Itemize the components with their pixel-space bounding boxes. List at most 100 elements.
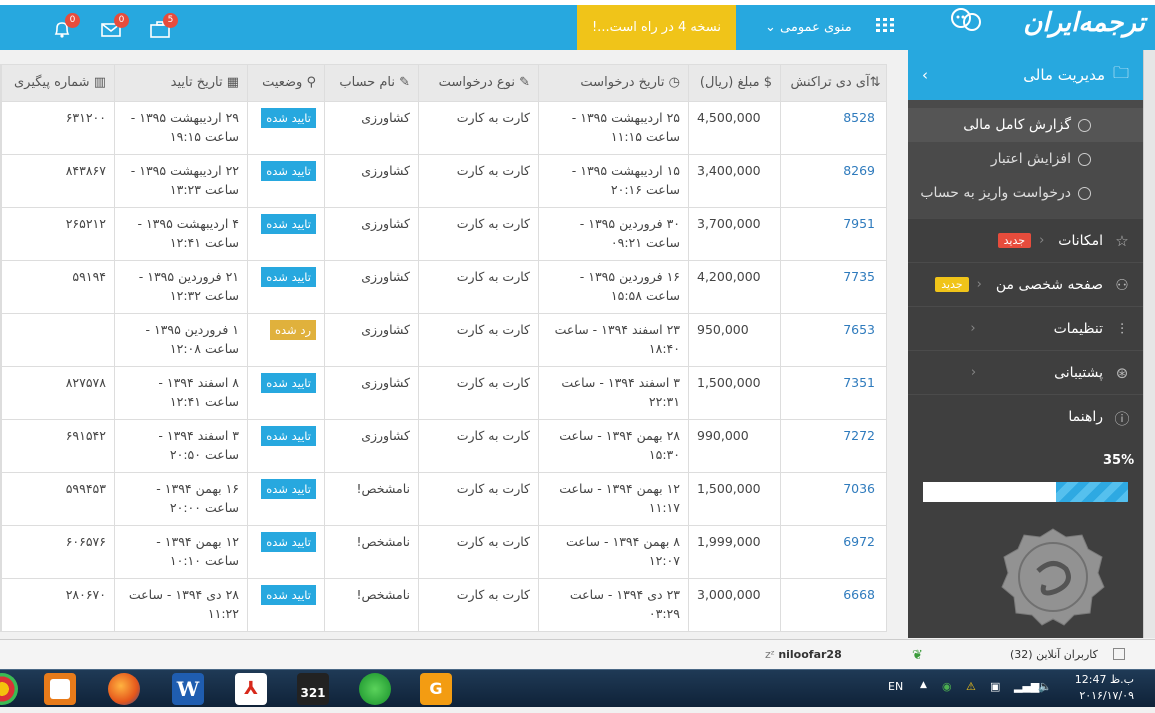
cell-request-date-text: ۱۲ بهمن ۱۳۹۴ - ساعت ۱۱:۱۷ [559, 480, 680, 515]
col-header-confirm-date[interactable]: ▦ تاریخ تایید [114, 65, 248, 101]
table-row[interactable]: 7351 1,500,000 ۳ اسفند ۱۳۹۴ - ساعت ۲۲:۳۱ کا… [1, 365, 886, 419]
sidebar-item-my-page[interactable]: ⚇ صفحه شخصی من ‹ جدید [908, 262, 1143, 306]
status-badge: تایید شده [261, 160, 316, 181]
cell-transaction-id[interactable]: 7951 [780, 206, 886, 260]
header-label: وضعیت [262, 75, 303, 91]
table-row[interactable]: 8269 3,400,000 ۱۵ اردیبهشت ۱۳۹۵ - ساعت ۲۰:… [1, 153, 886, 207]
table-row[interactable]: 7272 990,000 ۲۸ بهمن ۱۳۹۴ - ساعت ۱۵:۳۰ کارت… [1, 418, 886, 472]
progress-bar [923, 482, 1128, 502]
usb-icon[interactable]: ▣ [990, 680, 1000, 693]
sidebar-item-support[interactable]: ⊛ پشتیبانی ‹ [908, 350, 1143, 394]
sidebar-item-features[interactable]: ☆ امکانات ‹ جدید [908, 218, 1143, 262]
sliders-icon: ⫶ [1120, 319, 1124, 338]
cell-transaction-id-text: 6668 [843, 586, 875, 602]
cell-account-name: کشاورزی [324, 259, 419, 313]
cell-transaction-id[interactable]: 7735 [780, 259, 886, 313]
cell-confirm-date: ۲۹ اردیبهشت ۱۳۹۵ - ساعت ۱۹:۱۵ [114, 100, 248, 154]
cell-request-type: کارت به کارت [418, 365, 539, 419]
new-badge: جدید [935, 277, 969, 292]
sidebar-item-label: صفحه شخصی من [995, 276, 1103, 293]
sidebar-item-settings[interactable]: ⫶ تنظیمات ‹ [908, 306, 1143, 350]
cell-transaction-id[interactable]: 6668 [780, 577, 886, 631]
tray-network-globe-icon[interactable]: ◉ [942, 680, 952, 693]
cell-transaction-id-text: 8528 [843, 109, 875, 125]
notifications-button[interactable]: 0 [52, 13, 80, 38]
col-header-request-type[interactable]: ✎ نوع درخواست [418, 65, 539, 101]
chevron-left-icon: ‹ [970, 365, 977, 380]
cell-transaction-id[interactable]: 7036 [780, 471, 886, 525]
messages-button[interactable]: 0 [101, 13, 129, 38]
logo-text: ترجمه‌ایران [1023, 8, 1146, 38]
col-header-request-date[interactable]: ◷ تاریخ درخواست [538, 65, 689, 101]
cell-request-date-text: ۱۵ اردیبهشت ۱۳۹۵ - ساعت ۲۰:۱۶ [571, 162, 680, 197]
table-row[interactable]: 7735 4,200,000 ۱۶ فروردین ۱۳۹۵ - ساعت ۱۵:۵… [1, 259, 886, 313]
word-icon[interactable]: W [172, 673, 204, 705]
header-label: مبلغ (ریال) [699, 75, 760, 91]
media-player-icon[interactable] [44, 673, 76, 705]
star-icon: ☆ [1115, 231, 1129, 250]
media-player-classic-icon[interactable]: 321 [297, 673, 329, 705]
collapse-icon[interactable] [1113, 648, 1125, 660]
sidebar-item-label: تنظیمات [1053, 320, 1103, 337]
col-header-amount[interactable]: $ مبلغ (ریال) [688, 65, 781, 101]
cell-confirm-date: ۲۱ فروردین ۱۳۹۵ - ساعت ۱۲:۳۲ [114, 259, 248, 313]
cell-amount-text: 4,200,000 [697, 268, 761, 284]
col-header-status[interactable]: ⚲ وضعیت [247, 65, 325, 101]
sidebar-item-full-report[interactable]: گزارش کامل مالی [908, 108, 1143, 142]
site-seal-logo[interactable] [1000, 527, 1106, 627]
language-indicator[interactable]: EN [888, 680, 903, 693]
table-row[interactable]: 7951 3,700,000 ۳۰ فروردین ۱۳۹۵ - ساعت ۰۹:۲… [1, 206, 886, 260]
col-header-id[interactable]: ⇅آی دی تراکنش [780, 65, 886, 101]
chevron-down-icon: ⌄ [765, 20, 776, 35]
table-row[interactable]: 7653 950,000 ۲۳ اسفند ۱۳۹۴ - ساعت ۱۸:۴۰ کار… [1, 312, 886, 366]
cell-tracking-number: ۵۹۹۴۵۳ [1, 471, 115, 525]
cell-request-date-text: ۳ اسفند ۱۳۹۴ - ساعت ۲۲:۳۱ [561, 374, 680, 409]
warning-icon[interactable]: ⚠ [966, 680, 976, 693]
signal-icon[interactable]: ▂▄▆ [1014, 680, 1039, 693]
tasks-button[interactable]: 5 [150, 13, 178, 38]
tray-up-arrow-icon[interactable]: ▲ [920, 680, 927, 690]
online-users[interactable]: کاربران آنلاین (32) [1010, 648, 1098, 661]
firefox-icon[interactable] [108, 673, 140, 705]
pdf-creator-icon[interactable]: G [420, 673, 452, 705]
sidebar-item-help[interactable]: ⓘ راهنما [908, 394, 1143, 438]
col-header-account-name[interactable]: ✎ نام حساب [324, 65, 419, 101]
sidebar-scrollbar[interactable] [1143, 50, 1155, 638]
pin-icon: ⚲ [302, 75, 316, 91]
circle-arrow-icon [1078, 152, 1091, 166]
col-header-tracking[interactable]: ▥ شماره پیگیری [1, 65, 115, 101]
cell-confirm-date: ۲۸ دی ۱۳۹۴ - ساعت ۱۱:۲۲ [114, 577, 248, 631]
header-label: نام حساب [339, 75, 395, 91]
status-badge: رد شده [269, 319, 316, 340]
apps-grid-icon[interactable] [876, 18, 894, 32]
cell-tracking-number-text: ۸۴۳۸۶۷ [65, 162, 106, 178]
general-menu-button[interactable]: منوی عمومی ⌄ [765, 20, 852, 35]
chrome-icon[interactable] [0, 673, 18, 705]
cell-transaction-id[interactable]: 8528 [780, 100, 886, 154]
cell-transaction-id[interactable]: 8269 [780, 153, 886, 207]
sidebar-item-deposit-request[interactable]: درخواست واریز به حساب [908, 176, 1143, 210]
taskbar-clock[interactable]: ب.ظ 12:47 ۲۰۱۶/۱۷/۰۹ [1064, 672, 1134, 704]
volume-icon[interactable]: 🔈 [1038, 680, 1052, 693]
table-row[interactable]: 8528 4,500,000 ۲۵ اردیبهشت ۱۳۹۵ - ساعت ۱۱:… [1, 100, 886, 154]
cell-transaction-id[interactable]: 6972 [780, 524, 886, 578]
site-logo[interactable]: ترجمه‌ایران [951, 8, 1146, 48]
cell-request-date: ۲۵ اردیبهشت ۱۳۹۵ - ساعت ۱۱:۱۵ [538, 100, 689, 154]
download-manager-icon[interactable] [359, 673, 391, 705]
table-row[interactable]: 6668 3,000,000 ۲۳ دی ۱۳۹۴ - ساعت ۰۳:۲۹ کارت… [1, 577, 886, 631]
table-row[interactable]: 6972 1,999,000 ۸ بهمن ۱۳۹۴ - ساعت ۱۲:۰۷ کار… [1, 524, 886, 578]
cell-amount-text: 3,000,000 [697, 586, 761, 602]
sidebar-item-label: پشتیبانی [1054, 364, 1103, 381]
cell-transaction-id[interactable]: 7653 [780, 312, 886, 366]
sidebar-section-financial[interactable]: 🗀 مدیریت مالی › [908, 50, 1143, 100]
sidebar-item-increase-credit[interactable]: افزایش اعتبار [908, 142, 1143, 176]
cell-tracking-number-text: ۲۶۵۲۱۲ [65, 215, 106, 231]
username[interactable]: zᶻ niloofar28 [765, 648, 842, 661]
acrobat-icon[interactable]: ⅄ [235, 673, 267, 705]
circle-arrow-icon [1078, 186, 1091, 200]
table-row[interactable]: 7036 1,500,000 ۱۲ بهمن ۱۳۹۴ - ساعت ۱۱:۱۷ کا… [1, 471, 886, 525]
chevron-left-icon: ‹ [976, 277, 982, 292]
cell-confirm-date-text: ۲۱ فروردین ۱۳۹۵ - ساعت ۱۲:۳۲ [138, 268, 239, 303]
cell-transaction-id[interactable]: 7351 [780, 365, 886, 419]
cell-transaction-id[interactable]: 7272 [780, 418, 886, 472]
